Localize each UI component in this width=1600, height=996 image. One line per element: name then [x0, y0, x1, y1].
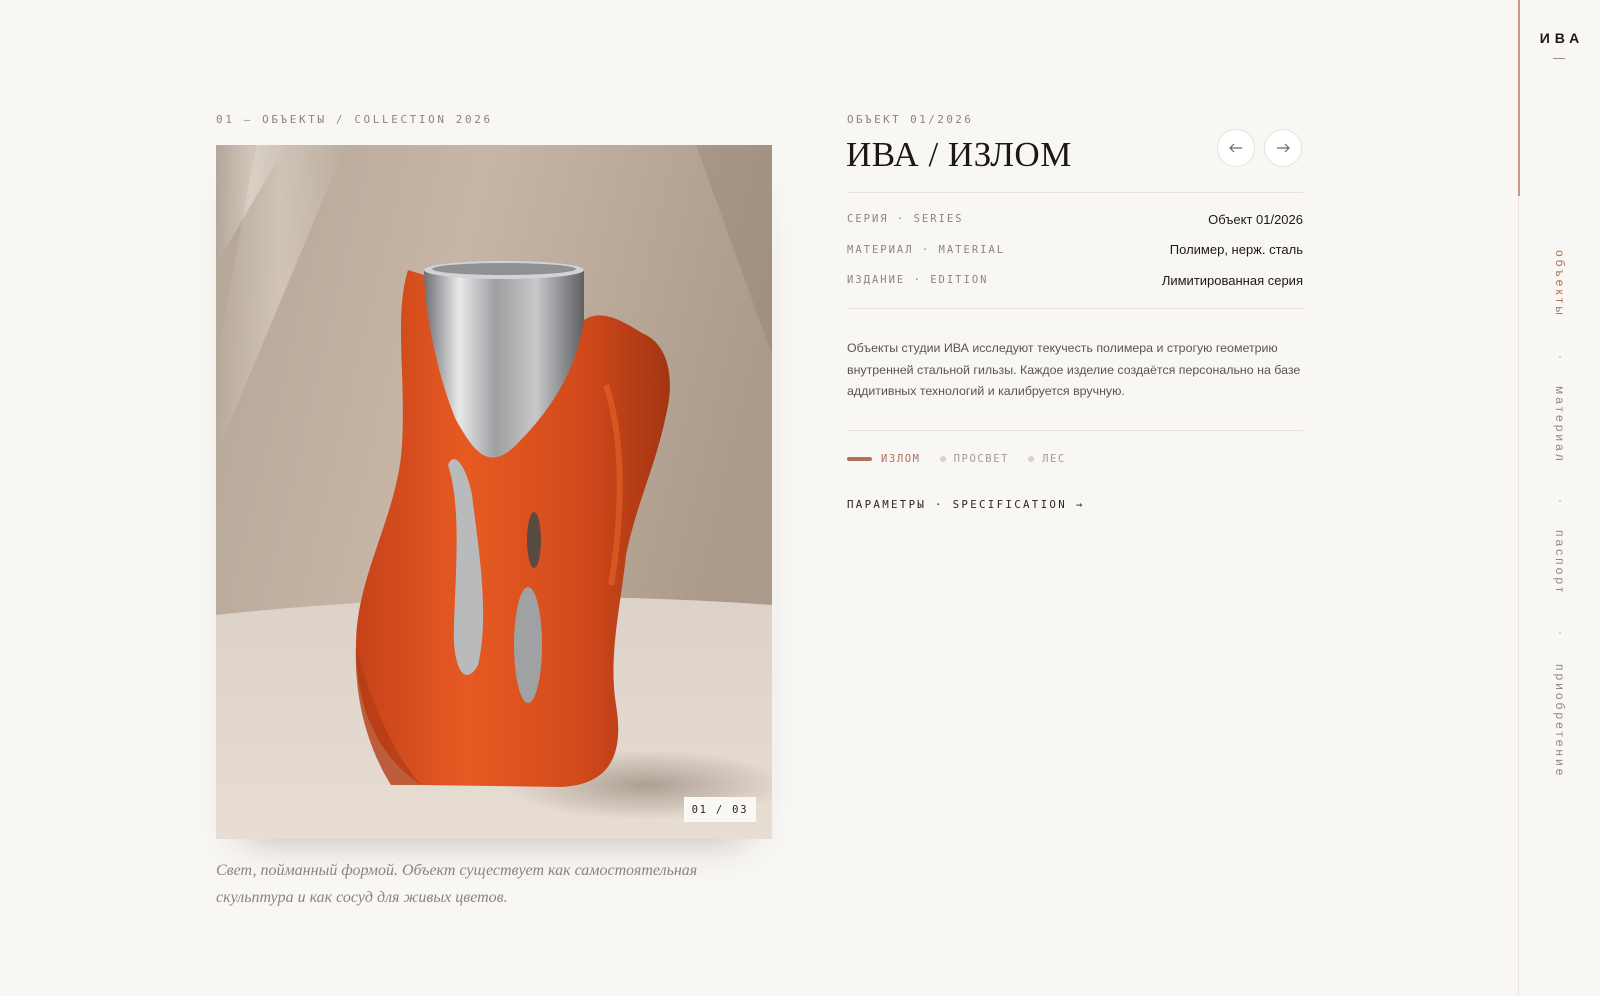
sidebar-item-purchase[interactable]: приобретение — [1553, 664, 1567, 778]
separator-dot — [1559, 500, 1561, 502]
variant-les[interactable]: ЛЕС — [1028, 453, 1066, 465]
divider — [847, 308, 1303, 309]
sidebar: ИВА объекты материал паспорт приобретени… — [1518, 0, 1600, 996]
page-title: ИВА / ИЗЛОМ — [846, 135, 1072, 174]
arrow-right-icon — [1277, 143, 1290, 153]
product-image: 01 / 03 — [216, 145, 772, 839]
variant-selector: ИЗЛОМ ПРОСВЕТ ЛЕС — [847, 452, 1066, 466]
prev-button[interactable] — [1217, 129, 1255, 167]
separator-dot — [1559, 632, 1561, 634]
dot-icon — [939, 456, 946, 462]
arrow-left-icon — [1229, 143, 1242, 153]
spec-value: Полимер, нерж. сталь — [1169, 242, 1303, 258]
variant-prosvet[interactable]: ПРОСВЕТ — [939, 453, 1010, 465]
slide-counter: 01 / 03 — [684, 797, 756, 822]
variant-label: ЛЕС — [1042, 453, 1066, 465]
spec-table: СЕРИЯ · SERIES Объект 01/2026 МАТЕРИАЛ ·… — [847, 204, 1303, 296]
sidebar-item-material[interactable]: материал — [1553, 386, 1567, 464]
image-caption: Свет, пойманный формой. Объект существуе… — [216, 862, 698, 906]
next-button[interactable] — [1264, 129, 1302, 167]
dot-icon — [1028, 456, 1035, 462]
section-kicker: 01 — ОБЪЕКТЫ / COLLECTION 2026 — [216, 113, 493, 126]
logo[interactable]: ИВА — [1519, 30, 1600, 46]
divider — [847, 192, 1303, 193]
variant-label: ИЗЛОМ — [881, 453, 921, 465]
sidebar-item-objects[interactable]: объекты — [1553, 250, 1567, 318]
spec-row-series: СЕРИЯ · SERIES Объект 01/2026 — [847, 204, 1303, 235]
spec-value: Лимитированная серия — [1161, 272, 1303, 288]
variant-label: ПРОСВЕТ — [953, 453, 1010, 465]
sidebar-item-passport[interactable]: паспорт — [1553, 530, 1567, 595]
vase-photo — [216, 145, 772, 839]
spec-key: ИЗДАНИЕ · EDITION — [847, 274, 989, 287]
logo-dash — [1553, 58, 1565, 59]
spec-row-material: МАТЕРИАЛ · MATERIAL Полимер, нерж. сталь — [847, 235, 1303, 266]
product-description: Объекты студии ИВА исследуют текучесть п… — [847, 341, 1301, 398]
spec-row-edition: ИЗДАНИЕ · EDITION Лимитированная серия — [847, 265, 1303, 296]
spec-key: МАТЕРИАЛ · MATERIAL — [847, 243, 1006, 256]
product-meta: ОБЪЕКТ 01/2026 — [847, 113, 974, 126]
specification-link[interactable]: ПАРАМЕТРЫ · SPECIFICATION → — [847, 498, 1085, 511]
variant-izlom[interactable]: ИЗЛОМ — [847, 453, 921, 465]
separator-dot — [1559, 356, 1561, 358]
spec-key: СЕРИЯ · SERIES — [847, 213, 964, 226]
active-indicator — [847, 457, 872, 461]
spec-value: Объект 01/2026 — [1208, 211, 1303, 227]
divider — [847, 430, 1303, 431]
